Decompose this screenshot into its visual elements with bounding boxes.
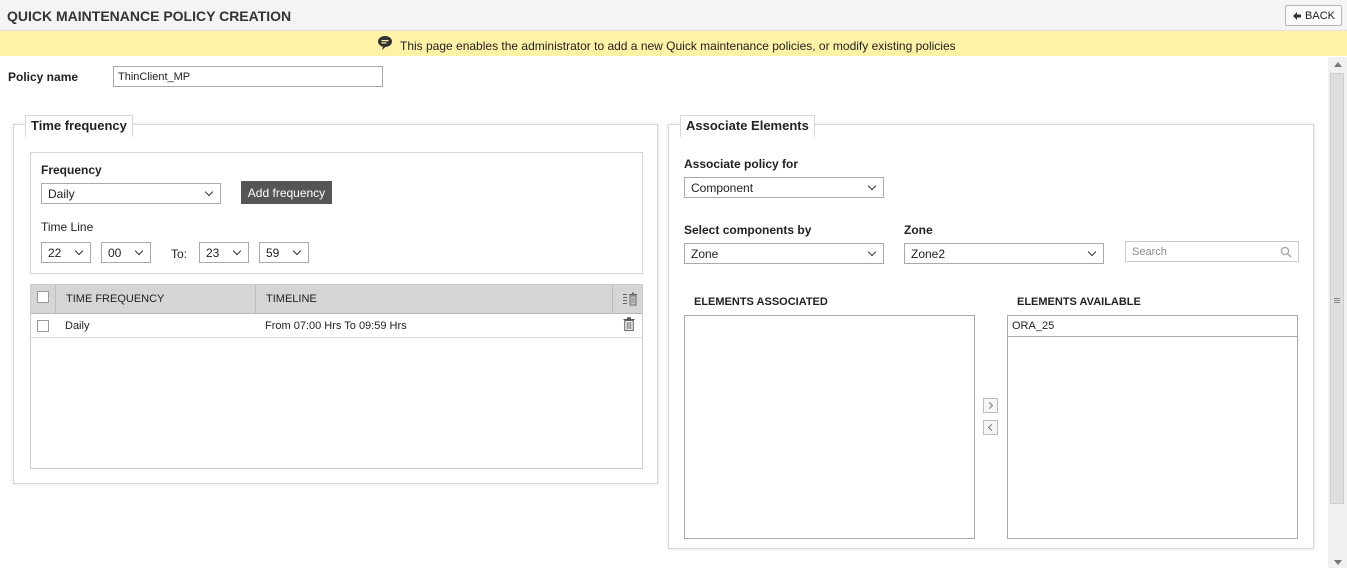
back-button-label: BACK (1305, 9, 1335, 22)
frequency-box: Frequency Daily Add frequency Time Line … (30, 152, 643, 274)
speech-bubble-icon (378, 36, 392, 50)
from-minute-value: 00 (108, 245, 122, 260)
row-timeline: From 07:00 Hrs To 09:59 Hrs (265, 320, 407, 332)
chevron-down-icon (867, 181, 877, 190)
page-header: QUICK MAINTENANCE POLICY CREATION BACK (0, 0, 1347, 31)
associated-label: ELEMENTS ASSOCIATED (694, 296, 828, 308)
row-frequency: Daily (65, 320, 90, 332)
frequency-table: TIME FREQUENCY TIMELINE Daily From 07:00… (30, 284, 643, 469)
timeline-label: Time Line (41, 220, 94, 234)
elements-available-list[interactable]: ORA_25 (1007, 315, 1298, 539)
move-left-button[interactable] (983, 420, 998, 435)
column-timeline: TIMELINE (266, 293, 317, 305)
page-title: QUICK MAINTENANCE POLICY CREATION (7, 8, 292, 24)
delete-all-icon[interactable] (622, 291, 638, 307)
elements-associated-list[interactable] (684, 315, 975, 539)
time-frequency-panel: Time frequency Frequency Daily Add frequ… (13, 115, 658, 484)
back-arrow-icon (1293, 11, 1302, 20)
zone-label: Zone (904, 223, 933, 237)
policy-for-select[interactable]: Component (684, 177, 884, 198)
frequency-select-value: Daily (48, 186, 75, 201)
associate-elements-legend: Associate Elements (680, 115, 815, 137)
select-by-value: Zone (691, 246, 719, 261)
chevron-down-icon (232, 246, 242, 255)
to-hour-select[interactable]: 23 (199, 242, 249, 263)
associate-elements-panel: Associate Elements Associate policy for … (668, 115, 1314, 549)
column-time-frequency: TIME FREQUENCY (66, 293, 165, 305)
chevron-down-icon (134, 246, 144, 255)
from-hour-value: 22 (48, 245, 62, 260)
policy-name-label: Policy name (8, 70, 79, 84)
policy-name-input[interactable] (113, 66, 383, 87)
move-right-button[interactable] (983, 398, 998, 413)
info-bar: This page enables the administrator to a… (0, 31, 1347, 56)
frequency-label: Frequency (41, 163, 102, 177)
chevron-left-icon (987, 423, 996, 432)
to-hour-value: 23 (206, 245, 220, 260)
chevron-down-icon (74, 246, 84, 255)
search-box[interactable]: Search (1125, 241, 1299, 262)
table-header: TIME FREQUENCY TIMELINE (31, 285, 642, 314)
to-label: To: (171, 247, 188, 261)
select-by-select[interactable]: Zone (684, 243, 884, 264)
chevron-down-icon (292, 246, 302, 255)
from-minute-select[interactable]: 00 (101, 242, 151, 263)
from-hour-select[interactable]: 22 (41, 242, 91, 263)
search-placeholder: Search (1132, 245, 1167, 258)
chevron-down-icon (204, 187, 214, 196)
scroll-down-icon[interactable] (1334, 560, 1342, 565)
zone-select[interactable]: Zone2 (904, 243, 1104, 264)
page-scrollbar[interactable] (1328, 57, 1347, 568)
frequency-select[interactable]: Daily (41, 183, 221, 204)
chevron-right-icon (985, 401, 994, 410)
add-frequency-button[interactable]: Add frequency (241, 181, 332, 204)
to-minute-value: 59 (266, 245, 280, 260)
time-frequency-legend: Time frequency (25, 115, 133, 137)
select-by-label: Select components by (684, 223, 812, 237)
scroll-up-icon[interactable] (1334, 62, 1342, 67)
select-all-checkbox[interactable] (37, 291, 49, 303)
list-item[interactable]: ORA_25 (1008, 316, 1297, 337)
available-label: ELEMENTS AVAILABLE (1017, 296, 1141, 308)
row-checkbox[interactable] (37, 320, 49, 332)
chevron-down-icon (867, 247, 877, 256)
chevron-down-icon (1087, 247, 1097, 256)
search-icon[interactable] (1280, 246, 1292, 258)
policy-for-label: Associate policy for (684, 157, 799, 171)
table-row: Daily From 07:00 Hrs To 09:59 Hrs (31, 314, 642, 338)
trash-icon[interactable] (623, 317, 635, 331)
zone-value: Zone2 (911, 246, 946, 261)
to-minute-select[interactable]: 59 (259, 242, 309, 263)
policy-for-value: Component (691, 180, 754, 195)
scroll-thumb[interactable] (1330, 73, 1344, 504)
back-button[interactable]: BACK (1285, 5, 1342, 26)
info-message: This page enables the administrator to a… (400, 39, 956, 53)
